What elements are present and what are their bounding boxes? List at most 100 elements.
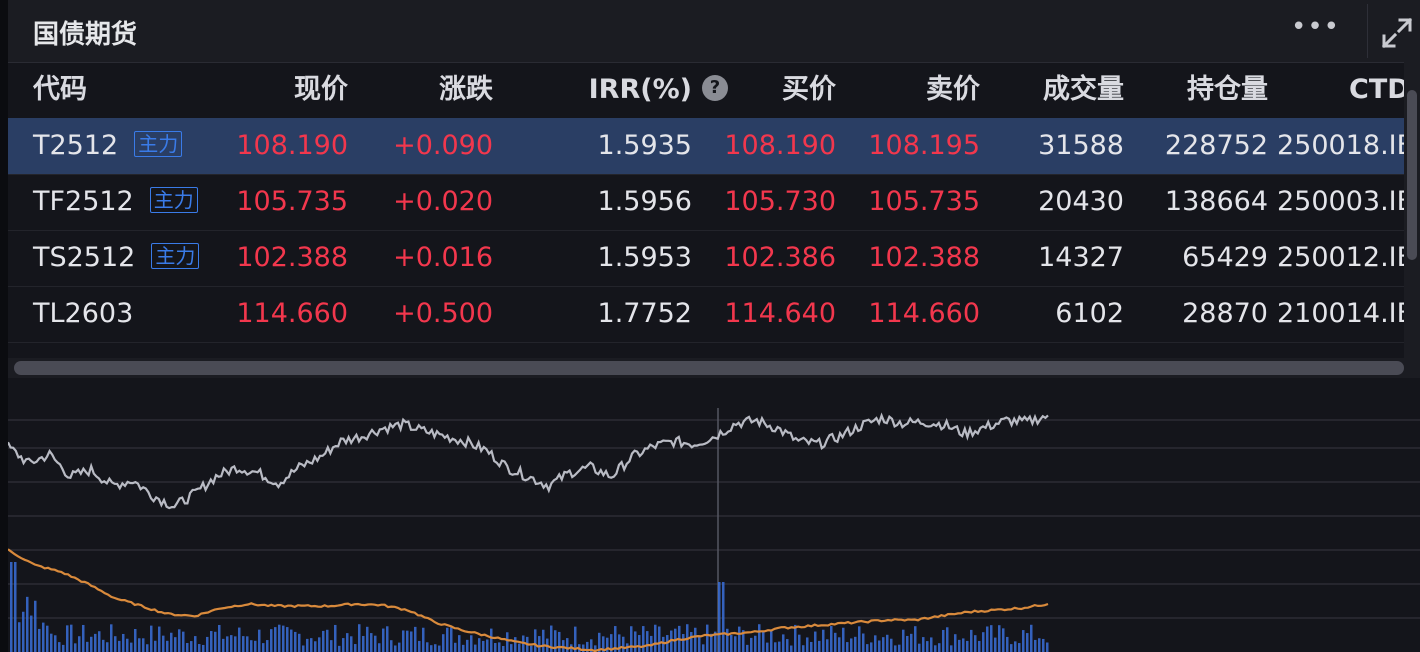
volume-bar <box>430 645 433 652</box>
volume-bar <box>962 638 965 652</box>
volume-bar <box>738 626 741 652</box>
help-icon[interactable]: ? <box>702 74 728 101</box>
row-bid: 108.190 <box>724 130 836 161</box>
table-row[interactable]: T2512 主力 108.190 +0.090 1.5935 108.190 10… <box>8 118 1404 175</box>
table-row[interactable]: TL2603 114.660 +0.500 1.7752 114.640 114… <box>8 286 1404 343</box>
col-header-ask[interactable]: 卖价 <box>880 62 980 118</box>
col-header-ctd[interactable]: CTD <box>1349 62 1404 118</box>
volume-bar <box>1038 638 1041 652</box>
volume-bar <box>62 644 65 652</box>
col-header-irr[interactable]: IRR(%)? <box>528 62 728 118</box>
volume-bar <box>274 627 277 652</box>
row-price: 102.388 <box>236 242 348 273</box>
volume-bar <box>778 641 781 652</box>
main-contract-tag: 主力 <box>151 242 200 269</box>
row-bid: 105.730 <box>724 186 836 217</box>
volume-bar <box>994 637 997 652</box>
table-row[interactable]: TF2512 主力 105.735 +0.020 1.5956 105.730 1… <box>8 174 1404 231</box>
col-header-bid[interactable]: 买价 <box>736 62 836 118</box>
volume-bar <box>662 636 665 652</box>
row-code: TL2603 <box>33 286 133 342</box>
volume-bar <box>966 640 969 652</box>
volume-bar <box>418 640 421 652</box>
volume-bar <box>990 625 993 652</box>
volume-bar <box>258 629 261 652</box>
expand-icon[interactable] <box>1380 16 1414 50</box>
volume-bar <box>514 637 517 652</box>
volume-bar <box>410 631 413 652</box>
row-bid: 114.640 <box>724 298 836 329</box>
volume-bar <box>494 642 497 652</box>
col-header-volume[interactable]: 成交量 <box>1024 62 1124 118</box>
volume-bar <box>806 637 809 652</box>
volume-bar <box>214 631 217 652</box>
row-code-text: TL2603 <box>33 298 134 329</box>
volume-bar <box>202 644 205 652</box>
row-code-text: TF2512 <box>33 186 134 217</box>
volume-bar <box>938 643 941 652</box>
volume-bar <box>1042 638 1045 652</box>
row-ctd: 250018.IB <box>1277 130 1404 161</box>
volume-bar <box>50 633 53 652</box>
col-header-price[interactable]: 现价 <box>248 62 348 118</box>
volume-bar <box>90 636 93 652</box>
volume-bar <box>246 636 249 652</box>
volume-bar <box>706 624 709 652</box>
volume-bar <box>402 630 405 652</box>
volume-bar <box>846 642 849 652</box>
volume-bar <box>66 625 69 652</box>
volume-bar <box>942 629 945 652</box>
row-change: +0.020 <box>393 186 493 217</box>
row-code-text: TS2512 <box>33 242 136 273</box>
volume-bar <box>382 628 385 652</box>
volume-bar <box>438 645 441 652</box>
volume-bar <box>186 643 189 652</box>
volume-bar <box>918 643 921 652</box>
row-change: +0.500 <box>393 298 493 329</box>
more-options-icon[interactable]: ••• <box>1291 12 1340 42</box>
volume-bar <box>366 626 369 652</box>
volume-bar <box>734 636 737 652</box>
futures-table: 代码 现价 涨跌 IRR(%)? 买价 卖价 成交量 持仓量 CTD T2512… <box>8 62 1404 358</box>
volume-bar <box>902 629 905 652</box>
row-price: 108.190 <box>236 130 348 161</box>
row-code: TF2512 主力 <box>33 174 198 230</box>
intraday-chart[interactable] <box>8 380 1420 652</box>
volume-bar <box>974 635 977 652</box>
row-ctd: 250012.IB <box>1277 242 1404 273</box>
horizontal-scrollbar[interactable] <box>8 358 1420 378</box>
volume-bar <box>106 642 109 652</box>
volume-bar <box>82 624 85 652</box>
row-oi: 28870 <box>1182 298 1268 329</box>
volume-bar <box>558 631 561 652</box>
table-header-row: 代码 现价 涨跌 IRR(%)? 买价 卖价 成交量 持仓量 CTD <box>8 62 1404 119</box>
row-irr: 1.5935 <box>597 130 692 161</box>
row-code-text: T2512 <box>33 130 119 161</box>
volume-bar <box>658 626 661 652</box>
vertical-scrollbar-thumb[interactable] <box>1407 90 1417 260</box>
volume-bar <box>154 640 157 652</box>
volume-bar <box>502 645 505 652</box>
col-header-change[interactable]: 涨跌 <box>393 62 493 118</box>
volume-bar <box>182 631 185 652</box>
volume-bar <box>1002 628 1005 652</box>
volume-bar <box>930 637 933 652</box>
volume-bar <box>622 636 625 652</box>
volume-bar <box>266 640 269 652</box>
row-price: 114.660 <box>236 298 348 329</box>
vertical-scrollbar[interactable] <box>1404 62 1420 358</box>
volume-bar <box>222 638 225 652</box>
volume-bar <box>446 627 449 652</box>
col-header-oi[interactable]: 持仓量 <box>1168 62 1268 118</box>
table-row[interactable]: TS2512 主力 102.388 +0.016 1.5953 102.386 1… <box>8 230 1404 287</box>
row-volume: 14327 <box>1038 242 1124 273</box>
volume-bar <box>950 645 953 652</box>
volume-bar <box>794 624 797 652</box>
volume-bar <box>354 644 357 652</box>
volume-bar <box>466 639 469 652</box>
col-header-code[interactable]: 代码 <box>33 62 87 118</box>
horizontal-scrollbar-thumb[interactable] <box>14 361 1404 375</box>
volume-bar <box>310 638 313 652</box>
volume-bar <box>926 641 929 652</box>
volume-bar <box>482 640 485 652</box>
